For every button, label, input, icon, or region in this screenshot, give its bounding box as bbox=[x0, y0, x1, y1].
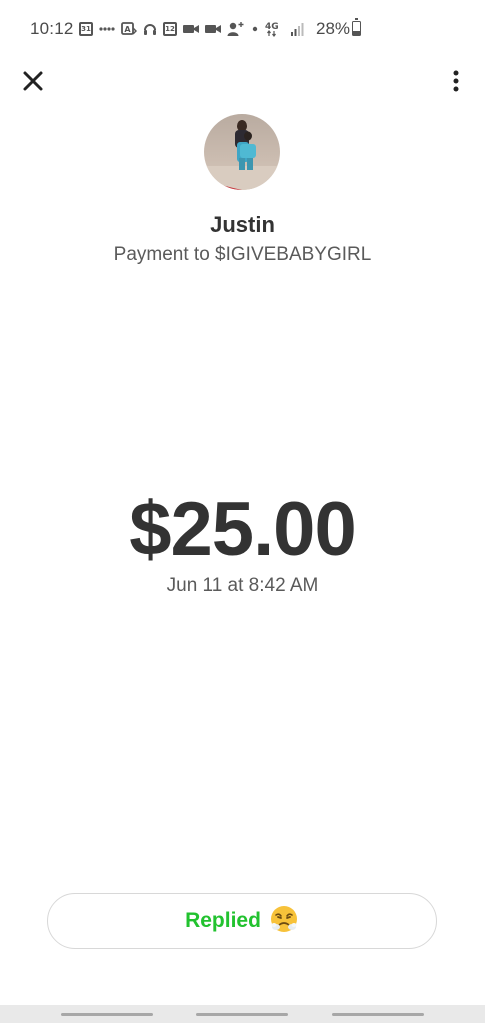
battery-fill bbox=[353, 31, 360, 35]
calendar-icon: 31 bbox=[79, 22, 93, 36]
video-call-icon bbox=[205, 21, 221, 37]
notification-icons: 31 A 12 4G bbox=[79, 21, 305, 37]
network-4g-icon: 4G bbox=[265, 21, 285, 37]
translate-icon: A bbox=[121, 21, 137, 37]
status-time: 10:12 bbox=[30, 19, 74, 38]
more-options-button[interactable] bbox=[446, 68, 466, 94]
battery-percent: 28% bbox=[316, 19, 351, 38]
payment-description: Payment to $IGIVEBABYGIRL bbox=[113, 244, 372, 265]
replied-button[interactable]: Replied bbox=[47, 893, 437, 949]
navigation-bar bbox=[0, 1005, 485, 1023]
more-vertical-icon bbox=[453, 70, 459, 92]
replied-label: Replied bbox=[185, 909, 261, 932]
svg-text:A: A bbox=[124, 25, 131, 34]
payment-amount: $25.00 bbox=[129, 487, 356, 572]
payment-date: Jun 11 at 8:42 AM bbox=[166, 575, 319, 596]
video-icon bbox=[183, 21, 199, 37]
svg-text:4G: 4G bbox=[265, 22, 279, 32]
steam-face-emoji bbox=[269, 904, 299, 939]
battery-icon bbox=[352, 18, 361, 36]
nav-home-handle[interactable] bbox=[196, 1013, 288, 1016]
status-bar: 10:12 31 A 12 4G 28% bbox=[0, 0, 485, 58]
more-dots-icon bbox=[99, 21, 115, 37]
headset-icon bbox=[143, 21, 157, 37]
signal-icon bbox=[291, 21, 305, 37]
dot-icon bbox=[251, 21, 259, 37]
nav-back-handle[interactable] bbox=[332, 1013, 424, 1016]
calendar-badge-icon: 12 bbox=[163, 22, 177, 36]
close-icon bbox=[23, 71, 43, 91]
close-button[interactable] bbox=[20, 68, 46, 94]
nav-recents-handle[interactable] bbox=[61, 1013, 153, 1016]
add-person-icon bbox=[227, 21, 245, 37]
recipient-name: Justin bbox=[210, 212, 275, 237]
avatar bbox=[204, 114, 280, 190]
